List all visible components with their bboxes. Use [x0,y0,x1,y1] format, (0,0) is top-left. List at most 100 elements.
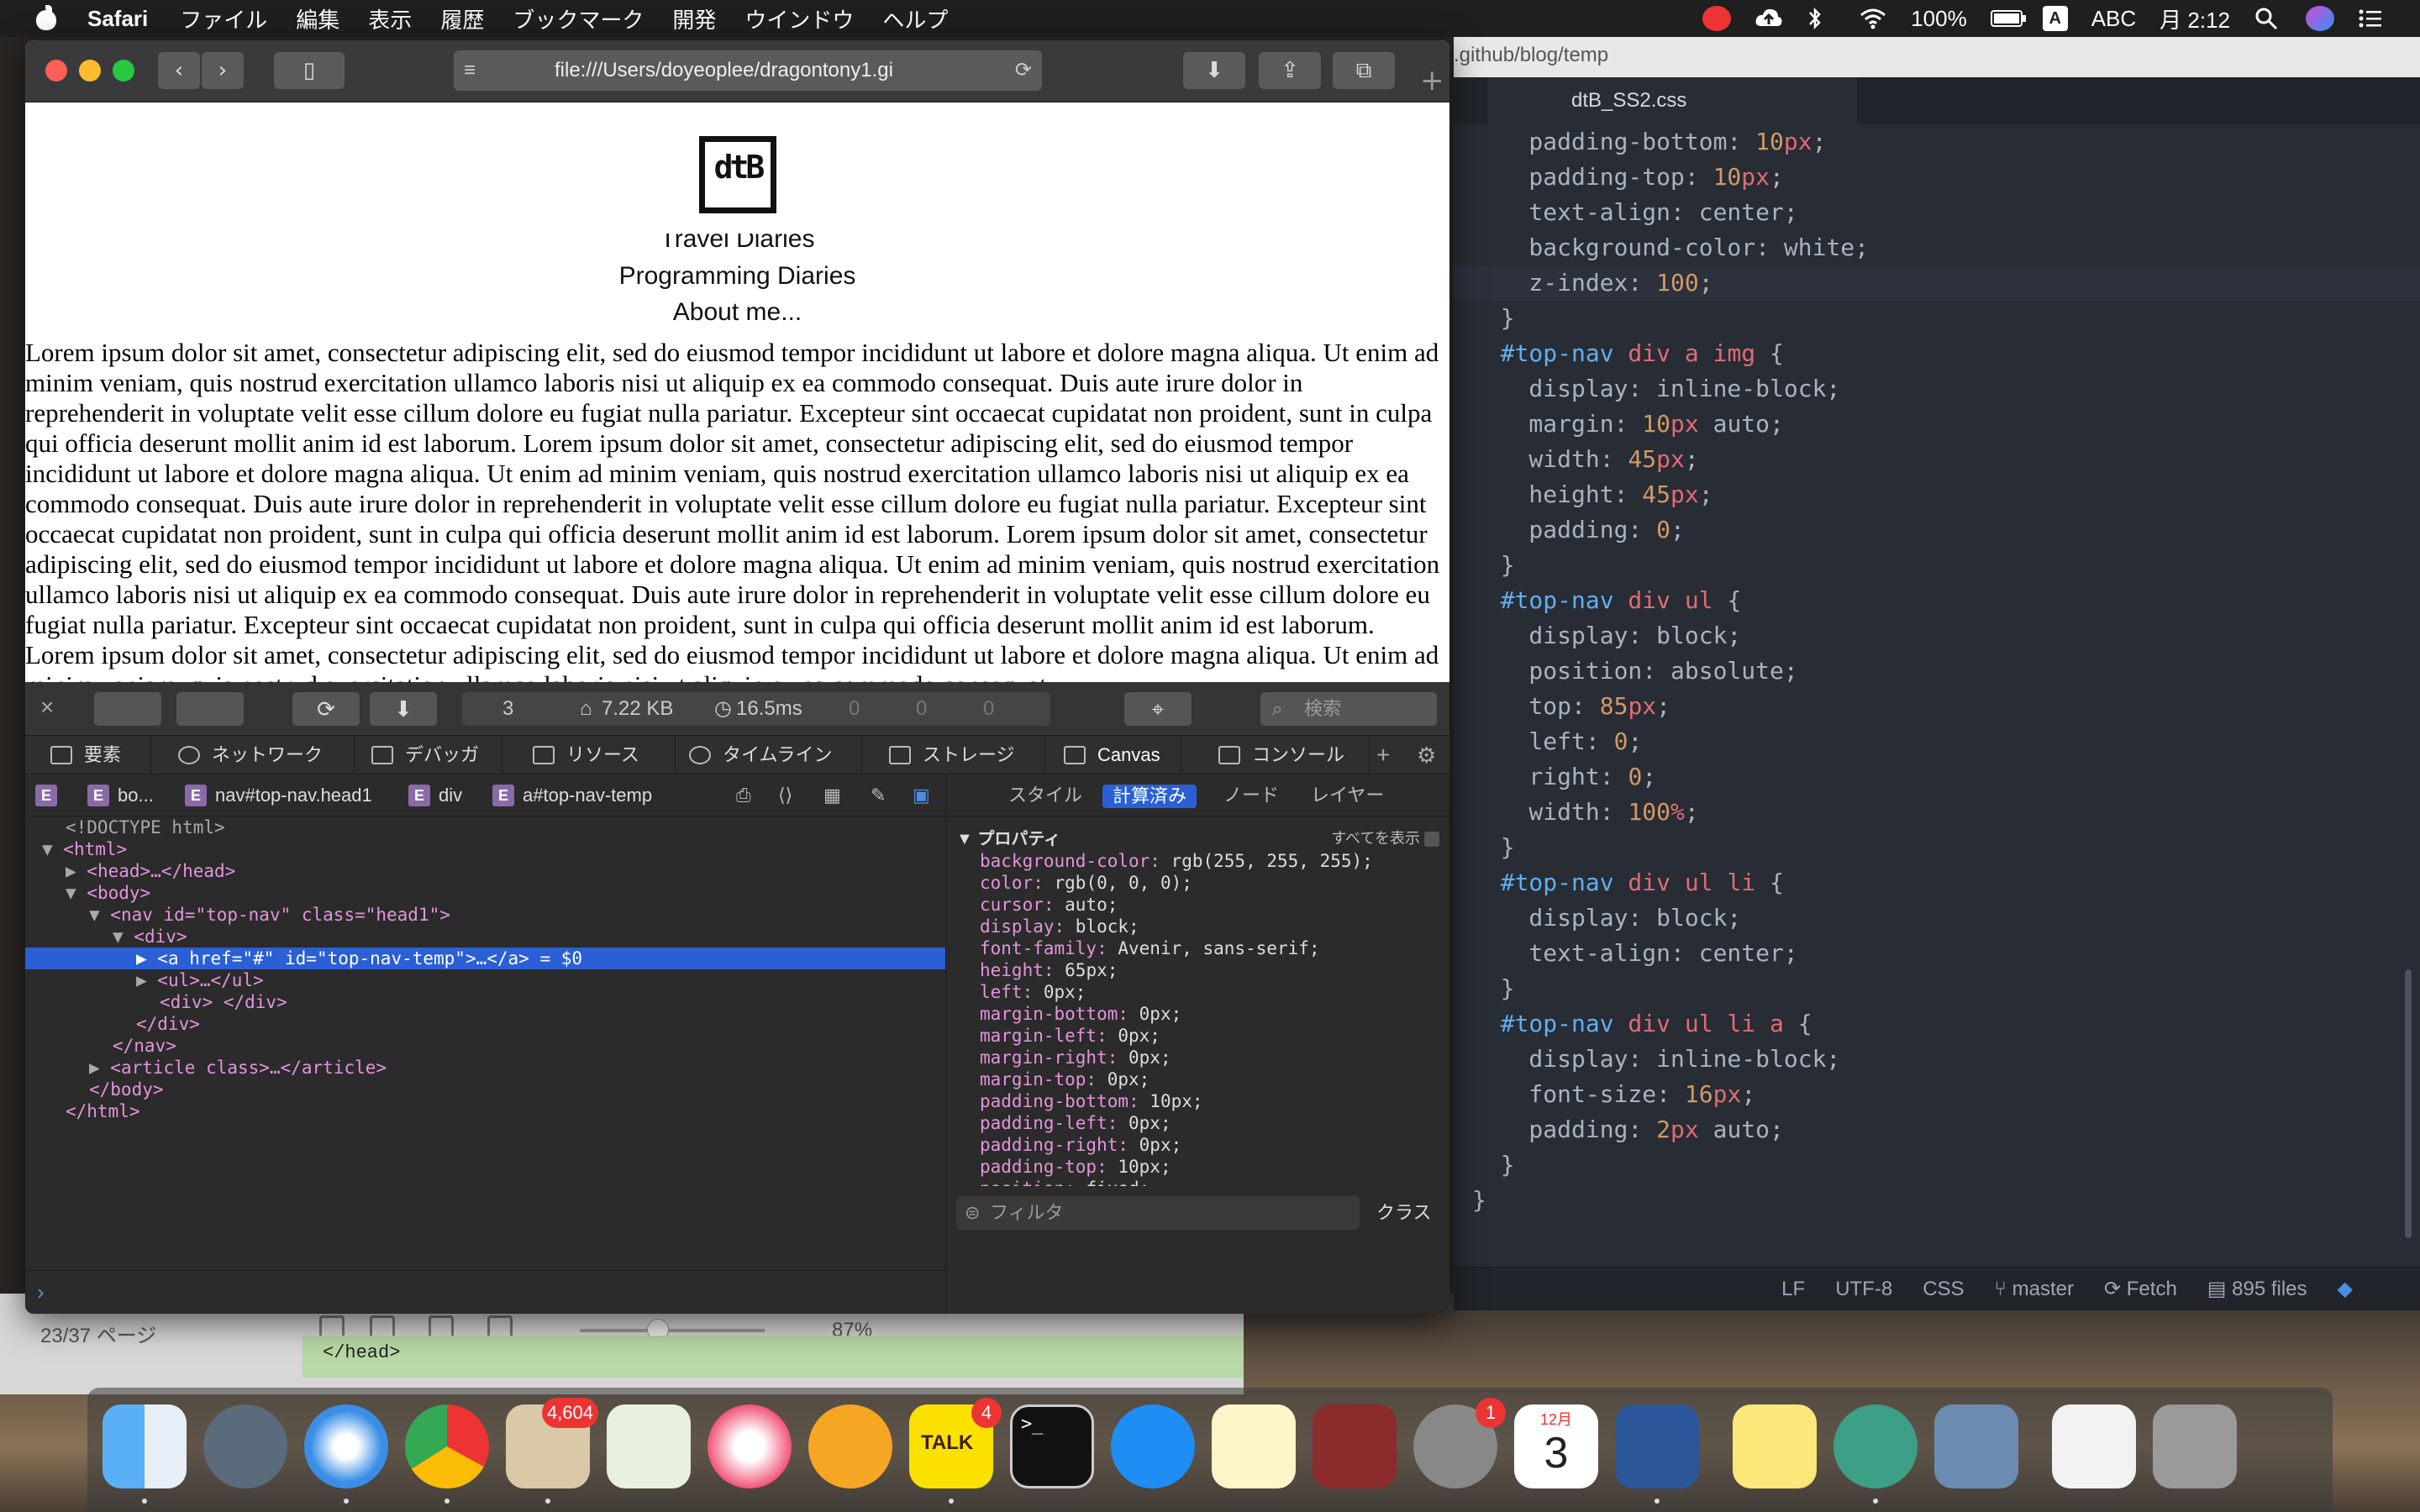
code-line[interactable]: } [1454,971,2420,1006]
share-button[interactable]: ⇪ [1259,52,1321,89]
code-line[interactable]: padding-top: 10px; [1454,160,2420,195]
menu-bookmarks[interactable]: ブックマーク [513,3,644,34]
tab-resources[interactable]: リソース [533,736,676,774]
menu-help[interactable]: ヘルプ [882,3,948,34]
nav-link-programming[interactable]: Programming Diaries [25,262,1449,291]
creative-cloud-icon[interactable] [1702,6,1732,31]
tab-canvas[interactable]: Canvas [1064,736,1181,774]
maps-icon[interactable] [607,1404,691,1488]
git-fetch-button[interactable]: ⟳ Fetch [2104,1277,2177,1301]
code-line[interactable]: font-size: 16px; [1454,1077,2420,1112]
code-line[interactable]: padding-bottom: 10px; [1454,124,2420,160]
dom-node-nav[interactable]: ▼ <nav id="top-nav" class="head1"> [25,904,945,926]
console-prompt[interactable]: › [25,1270,945,1314]
paint-brush-icon[interactable]: ✎ [871,774,886,816]
add-tab-icon[interactable]: + [1376,736,1390,774]
grammar-status[interactable]: CSS [1923,1278,1964,1301]
preview-icon[interactable] [1934,1404,2018,1488]
code-line[interactable]: #top-nav div ul li a { [1454,1006,2420,1042]
address-bar[interactable]: ≡ file:///Users/doyeoplee/dragontony1.gi… [454,50,1042,91]
tab-computed[interactable]: 計算済み [1102,785,1197,808]
code-line[interactable]: display: block; [1454,900,2420,936]
app-store-icon[interactable] [1111,1404,1195,1488]
input-source-label[interactable]: ABC [2091,6,2136,32]
app-menu[interactable]: Safari [87,6,148,32]
notes-icon[interactable] [1212,1404,1296,1488]
dom-node-body[interactable]: ▼ <body> [25,882,945,904]
code-line[interactable]: width: 45px; [1454,442,2420,477]
dom-node-html[interactable]: ▼ <html> [25,838,945,860]
show-all-toggle[interactable]: すべてを表示 [1331,827,1439,848]
inspector-search-input[interactable]: ⌕ 検索 [1260,692,1437,726]
menu-file[interactable]: ファイル [180,3,267,34]
chrome-icon[interactable] [405,1404,489,1504]
source-icon[interactable]: ⟨⟩ [778,774,792,816]
reload-page-icon[interactable]: ⟳ [292,692,360,726]
code-line[interactable]: #top-nav div a img { [1454,336,2420,371]
show-all-checkbox[interactable] [1424,832,1439,848]
code-line[interactable]: padding: 0; [1454,512,2420,548]
disclosure-open-icon[interactable]: ▼ [42,839,63,859]
document-icon[interactable] [2052,1404,2136,1488]
forward-button[interactable]: › [202,52,244,89]
dom-node-html-close[interactable]: </html> [25,1100,945,1122]
dom-node-div-close[interactable]: </div> [25,1013,945,1035]
code-line[interactable]: display: inline-block; [1454,371,2420,407]
tab-layers[interactable]: レイヤー [1311,774,1384,816]
file-count-status[interactable]: ▤ 895 files [2207,1277,2307,1301]
menu-view[interactable]: 表示 [368,3,412,34]
code-line[interactable]: top: 85px; [1454,689,2420,724]
code-line[interactable]: } [1454,548,2420,583]
menu-edit[interactable]: 編集 [296,3,339,34]
kakaotalk-icon[interactable]: TALK 4 [909,1398,1002,1504]
breadcrumb-body[interactable]: Ebo... [87,774,154,816]
filter-input[interactable]: ⊜ フィルタ [956,1196,1360,1230]
wifi-icon[interactable] [1859,6,1887,31]
code-line[interactable]: padding: 2px auto; [1454,1112,2420,1147]
minimize-window-button[interactable] [79,60,101,81]
dom-node-body-close[interactable]: </body> [25,1079,945,1100]
breadcrumb-anchor[interactable]: Ea#top-nav-temp [492,774,652,816]
code-line[interactable]: position: absolute; [1454,654,2420,689]
editor-scrollbar[interactable] [2405,969,2412,1238]
notification-center-icon[interactable] [2358,6,2386,31]
mail-icon[interactable]: 4,604 [506,1398,598,1504]
code-line[interactable]: } [1454,830,2420,865]
spotlight-search-icon[interactable] [2254,6,2282,31]
message-count[interactable]: 0 [849,692,860,726]
terminal-icon[interactable]: >_ [1010,1404,1094,1488]
finder-icon[interactable] [103,1404,187,1504]
cloud-upload-icon[interactable] [1754,6,1783,31]
code-line[interactable]: right: 0; [1454,759,2420,795]
menu-history[interactable]: 履歴 [440,3,484,34]
dom-node-head[interactable]: ▶ <head>…</head> [25,860,945,882]
dom-node-nav-close[interactable]: </nav> [25,1035,945,1057]
apple-menu-icon[interactable] [34,5,59,32]
warning-count[interactable]: 0 [983,692,994,726]
trash-icon[interactable] [2153,1404,2237,1488]
print-icon[interactable]: ⎙ [736,774,751,816]
disclosure-closed-icon[interactable]: ▶ [136,970,157,990]
nav-link-travel[interactable]: Travel Diaries [25,234,1449,252]
launchpad-icon[interactable] [203,1404,287,1488]
downloads-button[interactable]: ⬇ [1183,52,1245,89]
music-icon[interactable] [708,1404,792,1488]
disclosure-open-icon[interactable]: ▼ [66,883,87,903]
menu-window[interactable]: ウインドウ [744,3,854,34]
reload-icon[interactable]: ⟳ [1015,50,1032,91]
error-count[interactable]: 0 [916,692,927,726]
books-icon[interactable] [808,1404,892,1488]
tab-timeline[interactable]: タイムライン [689,736,862,774]
code-line[interactable]: } [1454,1183,2420,1218]
system-preferences-icon[interactable]: 1 [1413,1398,1506,1488]
resource-count[interactable]: 3 [502,692,513,726]
layout-grid-icon[interactable]: ▦ [823,774,841,816]
properties-section-header[interactable]: ▼ プロパティ [956,825,1060,849]
dictionary-icon[interactable] [1313,1404,1397,1488]
settings-gear-icon[interactable]: ⚙ [1417,736,1436,774]
zoom-window-button[interactable] [113,60,134,81]
code-line[interactable]: #top-nav div ul li { [1454,865,2420,900]
code-line[interactable]: left: 0; [1454,724,2420,759]
dom-node-doctype[interactable]: <!DOCTYPE html> [25,816,945,838]
encoding-status[interactable]: UTF-8 [1835,1278,1892,1301]
